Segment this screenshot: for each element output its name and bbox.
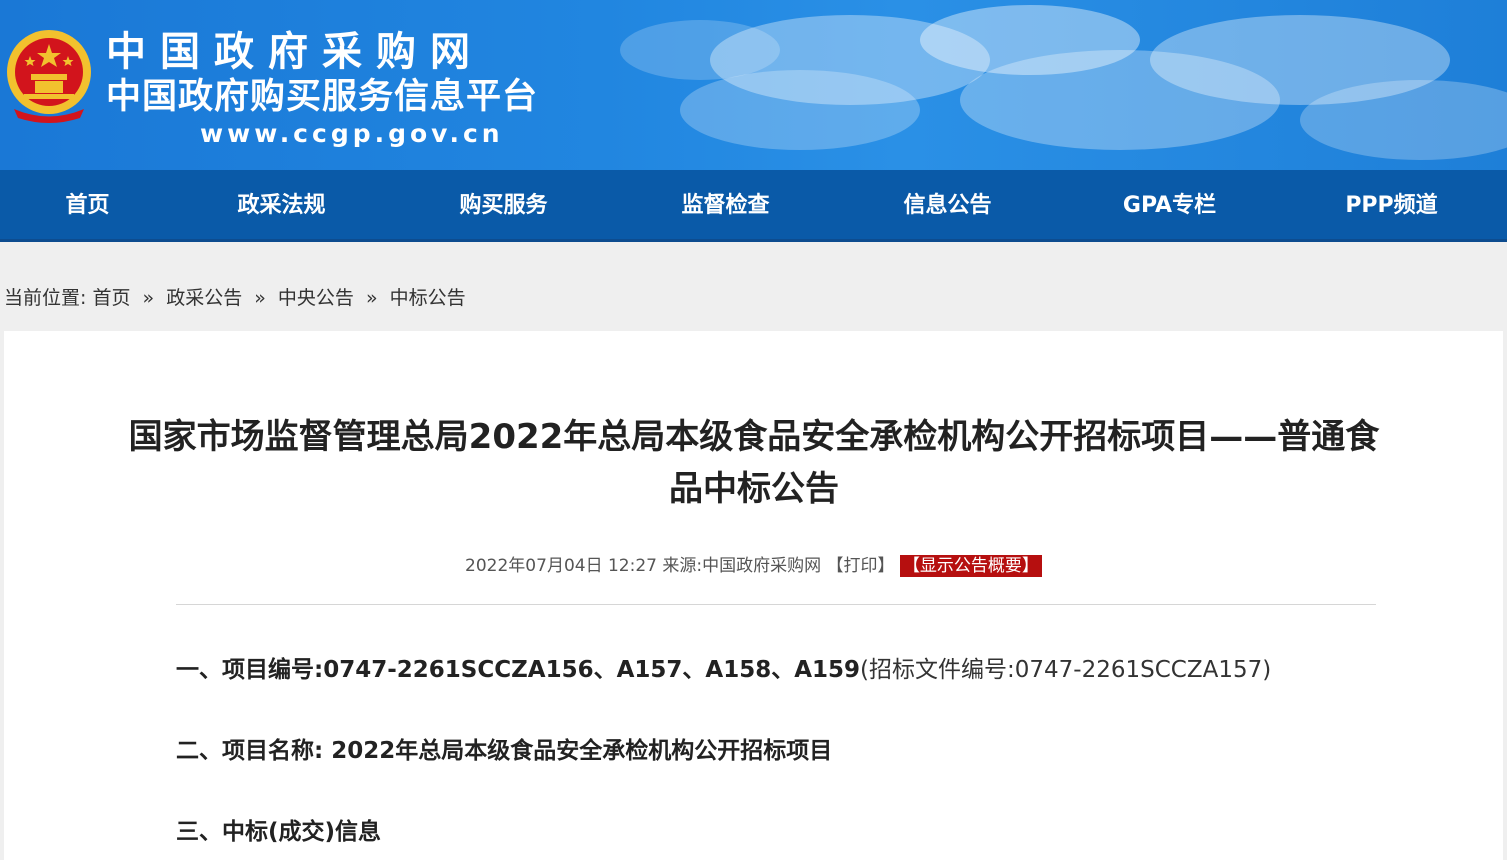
breadcrumb-separator: »: [254, 287, 266, 309]
nav-item-announcements[interactable]: 信息公告: [880, 170, 1015, 242]
site-subtitle: 中国政府购买服务信息平台: [106, 77, 539, 117]
breadcrumb-prefix: 当前位置:: [4, 287, 87, 309]
nav-item-regulations[interactable]: 政采法规: [214, 170, 349, 242]
breadcrumb-gov-announcements[interactable]: 政采公告: [166, 287, 242, 309]
tender-doc-number: (招标文件编号:0747-2261SCCZA157): [860, 657, 1272, 683]
nav-item-home[interactable]: 首页: [20, 170, 155, 242]
breadcrumb-central-announcements[interactable]: 中央公告: [278, 287, 354, 309]
cloud-background: [620, 5, 1507, 160]
section-award-info: 三、中标(成交)信息: [176, 815, 381, 849]
divider: [176, 604, 1376, 605]
nav-item-purchase-services[interactable]: 购买服务: [436, 170, 571, 242]
article-panel: 国家市场监督管理总局2022年总局本级食品安全承检机构公开招标项目——普通食 品…: [4, 331, 1503, 860]
breadcrumb: 当前位置: 首页 » 政采公告 » 中央公告 » 中标公告: [4, 283, 466, 313]
site-banner: 中国政府采购网 中国政府购买服务信息平台 www.ccgp.gov.cn: [0, 0, 1507, 170]
project-number: 0747-2261SCCZA156、A157、A158、A159: [323, 657, 861, 683]
source-label: 来源:: [662, 556, 703, 576]
breadcrumb-separator: »: [365, 287, 378, 309]
article-title: 国家市场监督管理总局2022年总局本级食品安全承检机构公开招标项目——普通食 品…: [20, 411, 1488, 515]
breadcrumb-home[interactable]: 首页: [92, 287, 130, 309]
section-label: 二、项目名称:: [176, 738, 332, 764]
section-project-number: 一、项目编号:0747-2261SCCZA156、A157、A158、A159(…: [176, 653, 1271, 687]
nav-item-ppp[interactable]: PPP频道: [1324, 170, 1459, 242]
source-name: 中国政府采购网: [702, 556, 822, 576]
breadcrumb-separator: »: [142, 287, 155, 309]
project-name: 2022年总局本级食品安全承检机构公开招标项目: [331, 738, 833, 764]
section-project-name: 二、项目名称: 2022年总局本级食品安全承检机构公开招标项目: [176, 734, 832, 768]
article-meta: 2022年07月04日 12:27 来源:中国政府采购网 【打印】 【显示公告概…: [4, 553, 1503, 579]
section-label: 三、中标(成交)信息: [176, 819, 382, 845]
breadcrumb-award-announcements[interactable]: 中标公告: [390, 287, 466, 309]
site-url: www.ccgp.gov.cn: [200, 119, 504, 148]
nav-item-gpa[interactable]: GPA专栏: [1102, 170, 1237, 242]
site-title: 中国政府采购网: [106, 29, 484, 75]
section-label: 一、项目编号:: [176, 657, 324, 683]
publish-date: 2022年07月04日 12:27: [465, 556, 657, 576]
article-title-line1: 国家市场监督管理总局2022年总局本级食品安全承检机构公开招标项目——普通食: [128, 417, 1380, 457]
print-button[interactable]: 【打印】: [827, 556, 895, 576]
national-emblem-icon: [7, 30, 91, 123]
article-title-line2: 品中标公告: [669, 469, 839, 509]
main-nav: 首页 政采法规 购买服务 监督检查 信息公告 GPA专栏 PPP频道: [0, 170, 1507, 242]
nav-item-supervision[interactable]: 监督检查: [658, 170, 793, 242]
show-summary-button[interactable]: 【显示公告概要】: [899, 555, 1042, 577]
